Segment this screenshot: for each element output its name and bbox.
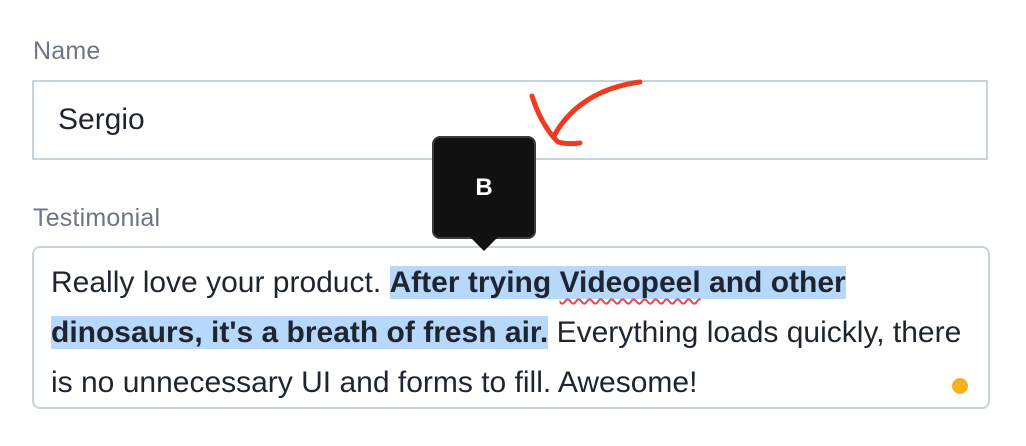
testimonial-label: Testimonial [33,204,161,232]
plain-text-start: Really love your product. [51,266,390,299]
tooltip-caret [470,237,498,251]
status-dot-icon [952,378,968,394]
misspelled-word[interactable]: Videopeel [560,266,701,299]
testimonial-form: Name Testimonial Really love your produc… [0,0,1026,446]
bold-label: B [475,173,493,201]
testimonial-text[interactable]: Really love your product. After trying V… [51,258,971,408]
name-label: Name [33,37,101,65]
hand-drawn-arrow-icon [529,79,643,147]
selected-text-part1: After trying [389,266,560,299]
testimonial-textarea[interactable]: Really love your product. After trying V… [32,246,990,409]
